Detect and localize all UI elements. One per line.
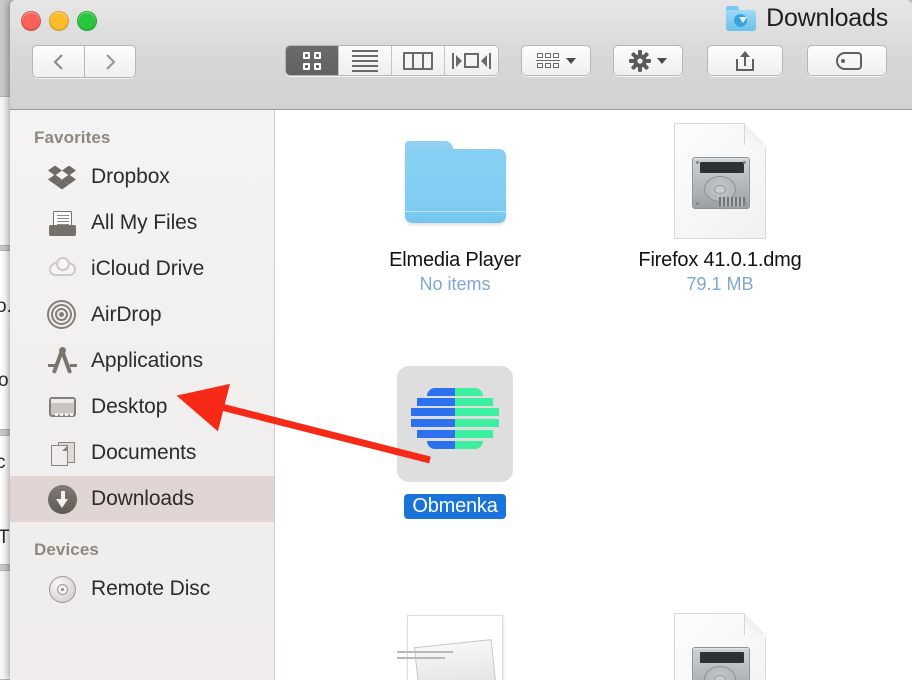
action-menu-button[interactable] bbox=[613, 45, 683, 76]
arrange-icon bbox=[536, 52, 560, 69]
arrange-by-button[interactable] bbox=[521, 45, 591, 76]
sidebar-section-devices-header: Devices bbox=[34, 540, 99, 559]
gear-icon bbox=[629, 49, 651, 72]
sidebar-item-dropbox[interactable]: Dropbox bbox=[10, 154, 274, 200]
window-title: Downloads bbox=[726, 4, 888, 33]
sidebar-item-icloud-drive[interactable]: iCloud Drive bbox=[10, 246, 274, 292]
icloud-icon bbox=[48, 255, 77, 284]
sidebar-item-remote-disc[interactable]: Remote Disc bbox=[10, 566, 274, 612]
window-body: Favorites Dropbox All My Files iCloud Dr bbox=[10, 110, 912, 680]
background-text: T bbox=[0, 527, 10, 548]
sidebar-item-desktop[interactable]: Desktop bbox=[10, 384, 274, 430]
disk-image-icon bbox=[656, 605, 784, 680]
coverflow-icon bbox=[452, 52, 491, 69]
sidebar-item-all-my-files[interactable]: All My Files bbox=[10, 200, 274, 246]
sidebar-item-label: Desktop bbox=[91, 395, 168, 418]
sidebar-item-label: Dropbox bbox=[91, 165, 170, 188]
sidebar-item-label: AirDrop bbox=[91, 303, 162, 326]
tags-button[interactable] bbox=[807, 45, 887, 76]
sidebar-item-documents[interactable]: Documents bbox=[10, 430, 274, 476]
applications-icon bbox=[48, 346, 77, 376]
file-item[interactable]: Elmedia Player No items bbox=[360, 115, 550, 295]
all-my-files-icon bbox=[48, 209, 77, 238]
dropbox-icon bbox=[48, 163, 77, 192]
window-chrome: Downloads bbox=[10, 0, 912, 110]
desktop-icon bbox=[48, 393, 77, 422]
sidebar-item-label: Remote Disc bbox=[91, 577, 211, 600]
sidebar-item-label: Applications bbox=[91, 349, 204, 372]
file-item[interactable] bbox=[360, 605, 550, 680]
sidebar-item-label: iCloud Drive bbox=[91, 257, 205, 280]
sidebar-item-label: Documents bbox=[91, 441, 197, 464]
file-item[interactable]: Firefox 41.0.1.dmg 79.1 MB bbox=[625, 115, 815, 295]
background-text: o bbox=[0, 370, 9, 391]
sidebar: Favorites Dropbox All My Files iCloud Dr bbox=[10, 110, 275, 680]
columns-icon bbox=[403, 51, 433, 70]
file-item[interactable]: Ha M bbox=[890, 115, 912, 295]
sidebar-item-airdrop[interactable]: AirDrop bbox=[10, 292, 274, 338]
file-subtitle: 79.1 MB bbox=[686, 274, 754, 294]
airdrop-icon bbox=[47, 299, 77, 330]
file-name: Firefox 41.0.1.dmg bbox=[638, 249, 802, 271]
share-button[interactable] bbox=[707, 45, 783, 76]
icon-view-button[interactable] bbox=[286, 46, 339, 75]
downloads-icon bbox=[48, 484, 77, 514]
close-button[interactable] bbox=[21, 11, 41, 31]
sidebar-item-label: All My Files bbox=[91, 211, 198, 234]
tag-icon bbox=[832, 51, 862, 70]
obmenka-app-icon bbox=[391, 360, 519, 488]
sidebar-item-downloads[interactable]: Downloads bbox=[10, 476, 274, 522]
chevron-down-icon bbox=[566, 57, 576, 64]
grid-icon bbox=[303, 51, 321, 70]
coverflow-view-button[interactable] bbox=[445, 46, 498, 75]
file-name: Elmedia Player bbox=[389, 249, 521, 271]
finder-window: Downloads Favorites Dropbox All My Files… bbox=[10, 0, 912, 680]
file-subtitle: No items bbox=[419, 274, 491, 294]
file-item-selected[interactable]: Obmenka bbox=[360, 360, 550, 519]
toolbar bbox=[10, 45, 912, 76]
list-icon bbox=[352, 49, 378, 72]
documents-icon bbox=[48, 439, 77, 468]
disk-image-icon bbox=[656, 115, 784, 243]
sidebar-item-applications[interactable]: Applications bbox=[10, 338, 274, 384]
window-controls bbox=[21, 11, 97, 31]
chevron-down-icon bbox=[657, 57, 667, 64]
blue-folder-icon bbox=[391, 115, 519, 243]
document-preview-icon bbox=[391, 605, 519, 680]
minimize-button[interactable] bbox=[49, 11, 69, 31]
sidebar-section-favorites-header: Favorites bbox=[34, 128, 111, 147]
file-grid: Elmedia Player No items Firefox 41.0.1.d… bbox=[275, 110, 912, 680]
maximize-button[interactable] bbox=[77, 11, 97, 31]
list-view-button[interactable] bbox=[339, 46, 392, 75]
sidebar-item-label: Downloads bbox=[91, 487, 194, 510]
share-icon bbox=[736, 50, 754, 71]
file-item[interactable] bbox=[625, 605, 815, 680]
column-view-button[interactable] bbox=[392, 46, 445, 75]
file-name: Obmenka bbox=[404, 494, 506, 519]
view-mode-segmented-control bbox=[285, 45, 499, 76]
window-title-text: Downloads bbox=[766, 4, 888, 32]
downloads-folder-icon bbox=[726, 6, 757, 31]
disc-icon bbox=[48, 575, 77, 604]
background-text: c bbox=[0, 452, 6, 473]
